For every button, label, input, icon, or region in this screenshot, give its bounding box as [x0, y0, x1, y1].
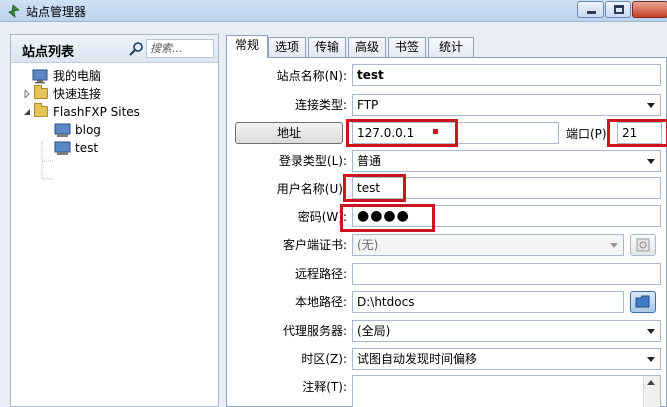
- tree-item-label: FlashFXP Sites: [53, 105, 140, 119]
- folder-icon: [31, 103, 53, 121]
- local-path-label: 本地路径:: [294, 295, 347, 309]
- site-list-panel: 站点列表 搜索... 我的电脑 快速连接 FlashFXP Sites blog…: [10, 34, 219, 407]
- remote-path-label: 远程路径:: [294, 267, 347, 281]
- notes-field[interactable]: [352, 375, 661, 407]
- port-highlight: [607, 119, 667, 147]
- site-icon: [54, 141, 71, 155]
- proxy-select[interactable]: (全局): [352, 320, 661, 342]
- folder-icon: [31, 85, 53, 103]
- address-highlight: [346, 119, 458, 147]
- client-cert-value: (无): [357, 238, 379, 252]
- timezone-label: 时区(Z):: [301, 352, 347, 366]
- client-cert-select[interactable]: (无): [352, 234, 624, 256]
- app-icon: [8, 4, 20, 18]
- password-highlight: [340, 204, 435, 232]
- tree-item-my-computer[interactable]: 我的电脑: [31, 67, 211, 85]
- timezone-select[interactable]: 试图自动发现时间偏移: [352, 348, 661, 370]
- chevron-down-icon: [647, 103, 655, 108]
- username-highlight: [343, 174, 406, 202]
- notes-label: 注释(T):: [302, 380, 347, 394]
- tree-item-flashfxp-sites[interactable]: FlashFXP Sites: [21, 103, 211, 121]
- connection-type-label: 连接类型:: [294, 98, 347, 112]
- chevron-down-icon: [610, 243, 618, 248]
- site-icon: [54, 123, 71, 137]
- site-name-field[interactable]: test: [352, 64, 661, 86]
- tree-item-label: blog: [75, 123, 101, 137]
- connection-type-select[interactable]: FTP: [352, 94, 661, 116]
- client-cert-label: 客户端证书:: [282, 238, 347, 252]
- tree-item-label: test: [75, 141, 99, 155]
- login-type-select[interactable]: 普通: [352, 150, 661, 172]
- expand-icon[interactable]: [23, 90, 31, 98]
- computer-icon: [32, 69, 48, 84]
- tab-bookmarks[interactable]: 书签: [388, 37, 426, 57]
- tab-advanced[interactable]: 高级: [348, 37, 386, 57]
- login-type-value: 普通: [357, 154, 382, 168]
- browse-folder-button[interactable]: [630, 291, 656, 313]
- tab-transfer[interactable]: 传输: [308, 37, 346, 57]
- tree-item-label: 我的电脑: [53, 69, 102, 83]
- username-label: 用户名称(U):: [276, 182, 347, 196]
- proxy-label: 代理服务器:: [282, 324, 347, 338]
- tree-item-test[interactable]: test: [53, 139, 203, 157]
- tab-statistics[interactable]: 统计: [428, 37, 474, 57]
- general-tab-panel: 站点名称(N): test 连接类型: FTP 地址 127.0.0.1 端口(…: [226, 57, 667, 407]
- timezone-value: 试图自动发现时间偏移: [357, 352, 478, 366]
- tree-item-blog[interactable]: blog: [53, 121, 203, 139]
- folder-icon: [635, 295, 650, 308]
- password-label: 密码(W):: [297, 210, 347, 224]
- maximize-icon: [614, 5, 624, 14]
- chevron-down-icon: [647, 159, 655, 164]
- close-button[interactable]: [632, 1, 667, 18]
- tree-item-quick-connect[interactable]: 快速连接: [21, 85, 211, 103]
- site-list-title: 站点列表: [22, 45, 75, 60]
- certificate-button[interactable]: [630, 234, 656, 256]
- remote-path-field[interactable]: [352, 263, 661, 285]
- maximize-button[interactable]: [605, 1, 631, 18]
- tab-options[interactable]: 选项: [268, 37, 306, 57]
- chevron-down-icon: [647, 357, 655, 362]
- site-list-header: 站点列表 搜索...: [11, 35, 218, 63]
- collapse-icon[interactable]: [23, 108, 31, 116]
- window-title: 站点管理器: [26, 5, 87, 19]
- minimize-button[interactable]: [577, 1, 604, 18]
- chevron-down-icon: [647, 329, 655, 334]
- scroll-up-icon: [647, 380, 655, 385]
- certificate-icon: [636, 238, 650, 252]
- tab-general[interactable]: 常规: [226, 35, 268, 58]
- login-type-label: 登录类型(L):: [278, 154, 347, 168]
- site-name-label: 站点名称(N):: [276, 69, 347, 83]
- search-icon[interactable]: [128, 41, 144, 57]
- minimize-icon: [587, 11, 596, 14]
- proxy-value: (全局): [357, 324, 391, 338]
- local-path-field[interactable]: D:\htdocs: [352, 291, 624, 313]
- address-button[interactable]: 地址: [235, 122, 343, 144]
- tree-item-label: 快速连接: [53, 87, 102, 101]
- title-bar: 站点管理器: [0, 0, 667, 22]
- notes-scrollbar[interactable]: [643, 376, 660, 407]
- search-input[interactable]: 搜索...: [146, 39, 214, 58]
- connection-type-value: FTP: [357, 98, 379, 112]
